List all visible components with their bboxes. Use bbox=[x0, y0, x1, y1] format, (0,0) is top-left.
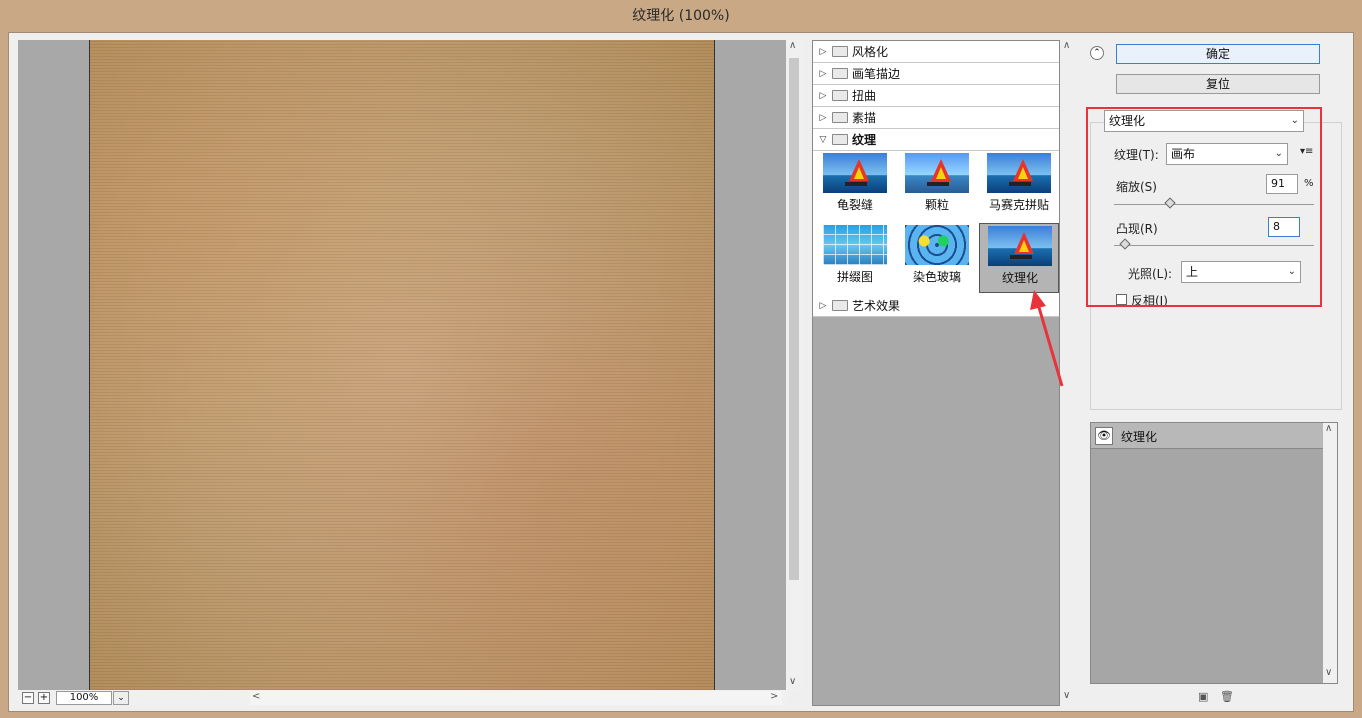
trash-icon[interactable]: 🗑 bbox=[1220, 690, 1234, 703]
category-brush-strokes[interactable]: ▷ 画笔描边 bbox=[813, 63, 1059, 85]
thumbnail-image bbox=[823, 225, 887, 265]
ok-button[interactable]: 确定 bbox=[1116, 44, 1320, 64]
scroll-thumb[interactable] bbox=[789, 58, 799, 580]
reset-button[interactable]: 复位 bbox=[1116, 74, 1320, 94]
zoom-dropdown-button[interactable]: ⌄ bbox=[113, 691, 129, 705]
expand-arrow-icon[interactable]: ▷ bbox=[816, 91, 830, 101]
preview-vertical-scrollbar[interactable]: ∧ ∨ bbox=[786, 40, 802, 690]
thumbnail-image bbox=[905, 225, 969, 265]
thumbnail-label: 染色玻璃 bbox=[912, 270, 961, 284]
collapse-arrow-icon[interactable]: ▽ bbox=[816, 135, 830, 145]
effect-layers-panel: 👁 纹理化 ∧ ∨ bbox=[1090, 422, 1338, 684]
category-texture[interactable]: ▽ 纹理 bbox=[813, 129, 1059, 151]
category-artistic[interactable]: ▷ 艺术效果 bbox=[813, 295, 1059, 317]
highlight-box bbox=[1086, 107, 1322, 307]
eye-icon[interactable]: 👁 bbox=[1095, 427, 1113, 445]
thumbnail-label: 龟裂缝 bbox=[836, 198, 873, 212]
category-label: 画笔描边 bbox=[852, 67, 901, 81]
scroll-down-icon[interactable]: ∨ bbox=[1325, 667, 1332, 678]
scroll-right-icon[interactable]: > bbox=[770, 691, 778, 702]
collapse-panel-icon[interactable]: ⌃ bbox=[1090, 46, 1104, 60]
filter-thumbnail-grain[interactable]: 颗粒 bbox=[897, 151, 977, 221]
image-preview[interactable] bbox=[18, 40, 786, 690]
category-label: 艺术效果 bbox=[852, 299, 901, 313]
category-label: 风格化 bbox=[852, 45, 889, 59]
paper-texture-image bbox=[89, 40, 715, 690]
filter-thumbnail-stained-glass[interactable]: 染色玻璃 bbox=[897, 223, 977, 293]
thumbnail-image bbox=[988, 226, 1052, 266]
scroll-up-icon[interactable]: ∧ bbox=[789, 40, 796, 51]
category-stylize[interactable]: ▷ 风格化 bbox=[813, 41, 1059, 63]
folder-icon bbox=[832, 46, 848, 57]
effect-layer-name: 纹理化 bbox=[1121, 430, 1158, 444]
category-distort[interactable]: ▷ 扭曲 bbox=[813, 85, 1059, 107]
thumbnail-image bbox=[905, 153, 969, 193]
thumbnail-label: 纹理化 bbox=[1001, 271, 1038, 285]
folder-icon bbox=[832, 68, 848, 79]
scroll-down-icon[interactable]: ∨ bbox=[1063, 690, 1070, 701]
thumbnail-image bbox=[987, 153, 1051, 193]
category-label: 素描 bbox=[852, 111, 877, 125]
scroll-up-icon[interactable]: ∧ bbox=[1325, 423, 1332, 434]
annotation-arrow-icon bbox=[1030, 290, 1064, 387]
thumbnail-label: 颗粒 bbox=[924, 198, 949, 212]
filter-gallery: ▷ 风格化 ▷ 画笔描边 ▷ 扭曲 ▷ 素描 ▽ 纹理 龟裂缝 颗粒 马赛克拼贴 bbox=[812, 40, 1060, 706]
filter-thumbnail-patchwork[interactable]: 拼缀图 bbox=[815, 223, 895, 293]
zoom-in-button[interactable]: + bbox=[38, 692, 50, 704]
expand-arrow-icon[interactable]: ▷ bbox=[816, 69, 830, 79]
category-label: 纹理 bbox=[852, 133, 877, 147]
category-label: 扭曲 bbox=[852, 89, 877, 103]
folder-open-icon bbox=[832, 134, 848, 145]
thumbnail-label: 拼缀图 bbox=[836, 270, 873, 284]
zoom-level[interactable]: 100% bbox=[56, 691, 112, 705]
category-sketch[interactable]: ▷ 素描 bbox=[813, 107, 1059, 129]
thumbnail-label: 马赛克拼贴 bbox=[988, 198, 1049, 212]
filter-thumbnail-mosaic-tiles[interactable]: 马赛克拼贴 bbox=[979, 151, 1059, 221]
layers-scrollbar[interactable]: ∧ ∨ bbox=[1323, 423, 1337, 683]
effect-layer-row[interactable]: 👁 纹理化 bbox=[1091, 423, 1323, 449]
scroll-down-icon[interactable]: ∨ bbox=[789, 676, 796, 687]
window-title: 纹理化 (100%) bbox=[0, 0, 1362, 32]
expand-arrow-icon[interactable]: ▷ bbox=[816, 113, 830, 123]
filter-thumbnail-texturizer[interactable]: 纹理化 bbox=[979, 223, 1059, 293]
new-effect-layer-icon[interactable]: ▣ bbox=[1198, 690, 1210, 703]
folder-icon bbox=[832, 300, 848, 311]
scroll-left-icon[interactable]: < bbox=[252, 691, 260, 702]
preview-bottom-bar: − + 100% ⌄ < > bbox=[18, 690, 786, 706]
scroll-up-icon[interactable]: ∧ bbox=[1063, 40, 1070, 51]
thumbnail-image bbox=[823, 153, 887, 193]
folder-icon bbox=[832, 90, 848, 101]
zoom-out-button[interactable]: − bbox=[22, 692, 34, 704]
filter-thumbnail-craquelure[interactable]: 龟裂缝 bbox=[815, 151, 895, 221]
texture-thumbnails: 龟裂缝 颗粒 马赛克拼贴 拼缀图 染色玻璃 纹理化 bbox=[813, 151, 1059, 295]
expand-arrow-icon[interactable]: ▷ bbox=[816, 301, 830, 311]
expand-arrow-icon[interactable]: ▷ bbox=[816, 47, 830, 57]
preview-horizontal-scrollbar[interactable]: < > bbox=[250, 691, 782, 705]
folder-icon bbox=[832, 112, 848, 123]
